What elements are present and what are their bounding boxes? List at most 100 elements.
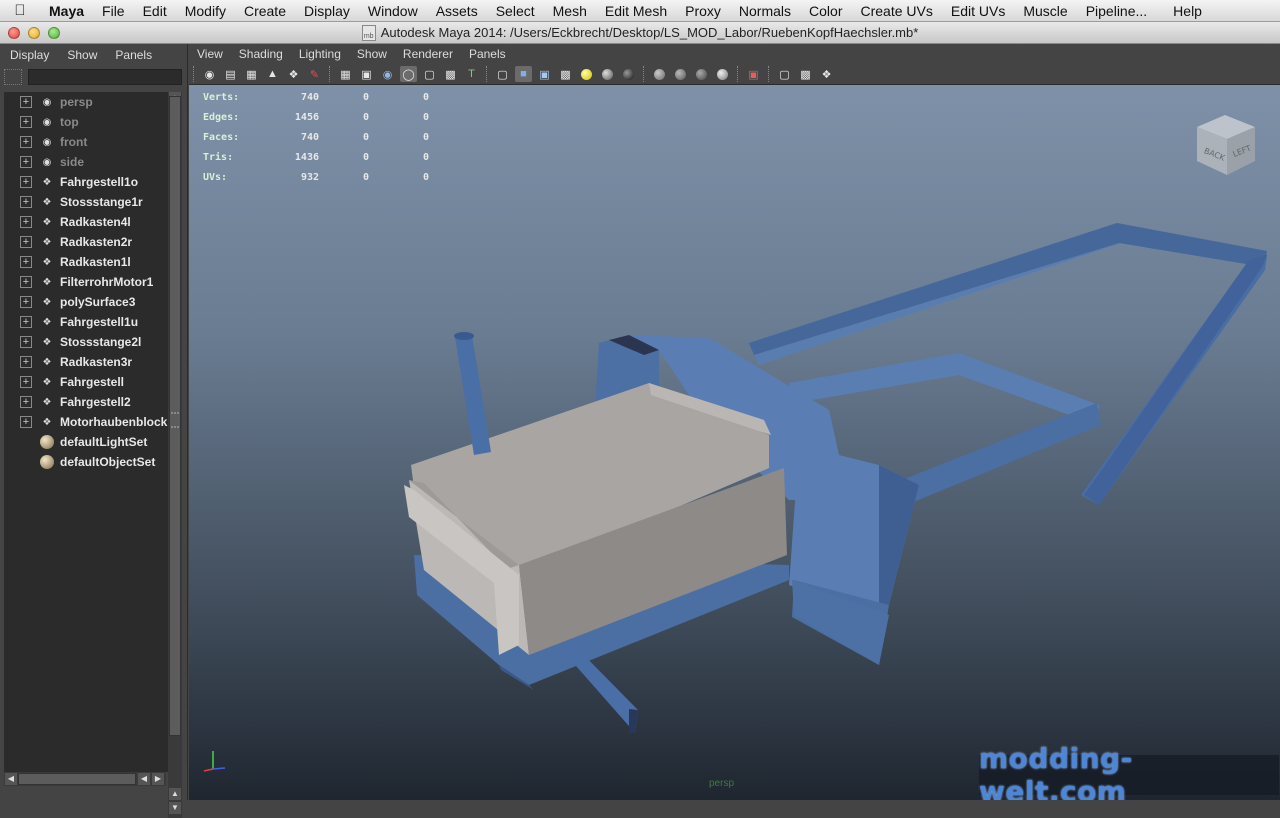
motion-blur-icon[interactable] [651,66,668,82]
outliner-item-FilterrohrMotor1[interactable]: + ❖ FilterrohrMotor1 [4,272,168,292]
perspective-viewport[interactable]: Verts: 740 0 0 Edges: 1456 0 0 Faces: 740 0 0 Tris: 1… [189,85,1280,800]
smooth-shade-icon[interactable]: ■ [515,66,532,82]
menu-color[interactable]: Color [800,3,851,19]
panel-menu-view[interactable]: View [189,47,231,61]
menu-select[interactable]: Select [487,3,544,19]
outliner-item-Stossstange1r[interactable]: + ❖ Stossstange1r [4,192,168,212]
film-gate-icon[interactable]: ▣ [358,66,375,82]
panel-menu-shading[interactable]: Shading [231,47,291,61]
outliner-item-top[interactable]: + ◉ top [4,112,168,132]
zoom-button[interactable] [48,27,60,39]
safe-action-icon[interactable]: ▩ [442,66,459,82]
expand-icon[interactable]: + [20,156,32,168]
grid-icon[interactable]: ▦ [337,66,354,82]
expand-icon[interactable]: + [20,196,32,208]
outliner-menu-panels[interactable]: Panels [105,48,160,62]
outliner-search-input[interactable] [28,69,182,85]
isolate-select-icon[interactable] [714,66,731,82]
outliner-horizontal-scrollbar[interactable]: ◀ ◀ ▶ [4,772,166,786]
textured-icon[interactable]: ▩ [557,66,574,82]
minimize-button[interactable] [28,27,40,39]
filter-icon[interactable] [4,69,22,85]
outliner-item-Radkasten1l[interactable]: + ❖ Radkasten1l [4,252,168,272]
outliner-item-Fahrgestell1o[interactable]: + ❖ Fahrgestell1o [4,172,168,192]
expand-icon[interactable]: + [20,336,32,348]
outliner-item-Fahrgestell2[interactable]: + ❖ Fahrgestell2 [4,392,168,412]
bookmarks-icon[interactable]: ▦ [243,66,260,82]
expand-icon[interactable]: + [20,396,32,408]
safe-title-icon[interactable]: T [463,66,480,82]
close-button[interactable] [8,27,20,39]
outliner-item-front[interactable]: + ◉ front [4,132,168,152]
expand-icon[interactable]: + [20,236,32,248]
menu-app[interactable]: Maya [40,3,93,19]
outliner-menu-show[interactable]: Show [57,48,105,62]
two-d-pan-zoom-icon[interactable]: ❖ [285,66,302,82]
expand-icon[interactable]: + [20,376,32,388]
menu-create-uvs[interactable]: Create UVs [852,3,942,19]
scroll-right-icon[interactable]: ▶ [152,773,164,785]
panel-menu-lighting[interactable]: Lighting [291,47,349,61]
outliner-item-side[interactable]: + ◉ side [4,152,168,172]
panel-menu-panels[interactable]: Panels [461,47,514,61]
menu-file[interactable]: File [93,3,134,19]
scroll-up-icon-bottom[interactable]: ▲ [169,788,181,800]
expand-icon[interactable]: + [20,316,32,328]
hscroll-thumb[interactable] [18,773,136,785]
menu-edit-mesh[interactable]: Edit Mesh [596,3,676,19]
menu-muscle[interactable]: Muscle [1014,3,1076,19]
multisample-aa-icon[interactable] [672,66,689,82]
expand-icon[interactable]: + [20,296,32,308]
wireframe-icon[interactable]: ▢ [494,66,511,82]
scroll-left-icon[interactable]: ◀ [5,773,17,785]
menu-create[interactable]: Create [235,3,295,19]
menu-mesh[interactable]: Mesh [544,3,596,19]
scroll-left-icon-end[interactable]: ◀ [138,773,150,785]
xray-joints-icon[interactable]: ▢ [776,66,793,82]
field-chart-icon[interactable]: ▢ [421,66,438,82]
expand-icon[interactable]: + [20,136,32,148]
panel-menu-renderer[interactable]: Renderer [395,47,461,61]
select-camera-icon[interactable]: ◉ [201,66,218,82]
menu-edit[interactable]: Edit [134,3,176,19]
menu-pipeline[interactable]: Pipeline... [1077,3,1156,19]
shadows-icon[interactable] [599,66,616,82]
expand-icon[interactable]: + [20,116,32,128]
outliner-item-persp[interactable]: + ◉ persp [4,92,168,112]
use-all-lights-icon[interactable] [578,66,595,82]
outliner-item-Stossstange2l[interactable]: + ❖ Stossstange2l [4,332,168,352]
menu-proxy[interactable]: Proxy [676,3,730,19]
expand-icon[interactable]: + [20,356,32,368]
apple-icon[interactable]:  [0,2,40,19]
backface-culling-icon[interactable]: ▩ [797,66,814,82]
expand-icon[interactable]: + [20,416,32,428]
depth-of-field-icon[interactable] [693,66,710,82]
expand-icon[interactable]: + [20,96,32,108]
menu-display[interactable]: Display [295,3,359,19]
expand-icon[interactable]: + [20,256,32,268]
outliner-item-Motorhaubenblock[interactable]: + ❖ Motorhaubenblock [4,412,168,432]
expand-icon[interactable]: + [20,216,32,228]
image-plane-icon[interactable]: ▲ [264,66,281,82]
menu-edit-uvs[interactable]: Edit UVs [942,3,1014,19]
grease-pencil-icon[interactable]: ✎ [306,66,323,82]
xray-active-components-icon[interactable]: ❖ [818,66,835,82]
panel-menu-show[interactable]: Show [349,47,395,61]
resolution-gate-icon[interactable]: ◉ [379,66,396,82]
outliner-item-Fahrgestell1u[interactable]: + ❖ Fahrgestell1u [4,312,168,332]
outliner-menu-display[interactable]: Display [0,48,57,62]
expand-icon[interactable]: + [20,176,32,188]
screen-space-ao-icon[interactable] [620,66,637,82]
outliner-item-Radkasten4l[interactable]: + ❖ Radkasten4l [4,212,168,232]
menu-window[interactable]: Window [359,3,427,19]
viewcube-icon[interactable]: BACK LEFT [1189,105,1265,181]
wireframe-on-shaded-icon[interactable]: ▣ [536,66,553,82]
outliner-item-defaultLightSet[interactable]: defaultLightSet [4,432,168,452]
menu-modify[interactable]: Modify [176,3,235,19]
expand-icon[interactable]: + [20,276,32,288]
menu-normals[interactable]: Normals [730,3,800,19]
outliner-item-polySurface3[interactable]: + ❖ polySurface3 [4,292,168,312]
scroll-down-icon[interactable]: ▼ [169,802,181,814]
outliner-item-defaultObjectSet[interactable]: defaultObjectSet [4,452,168,472]
gate-mask-icon[interactable]: ◯ [400,66,417,82]
